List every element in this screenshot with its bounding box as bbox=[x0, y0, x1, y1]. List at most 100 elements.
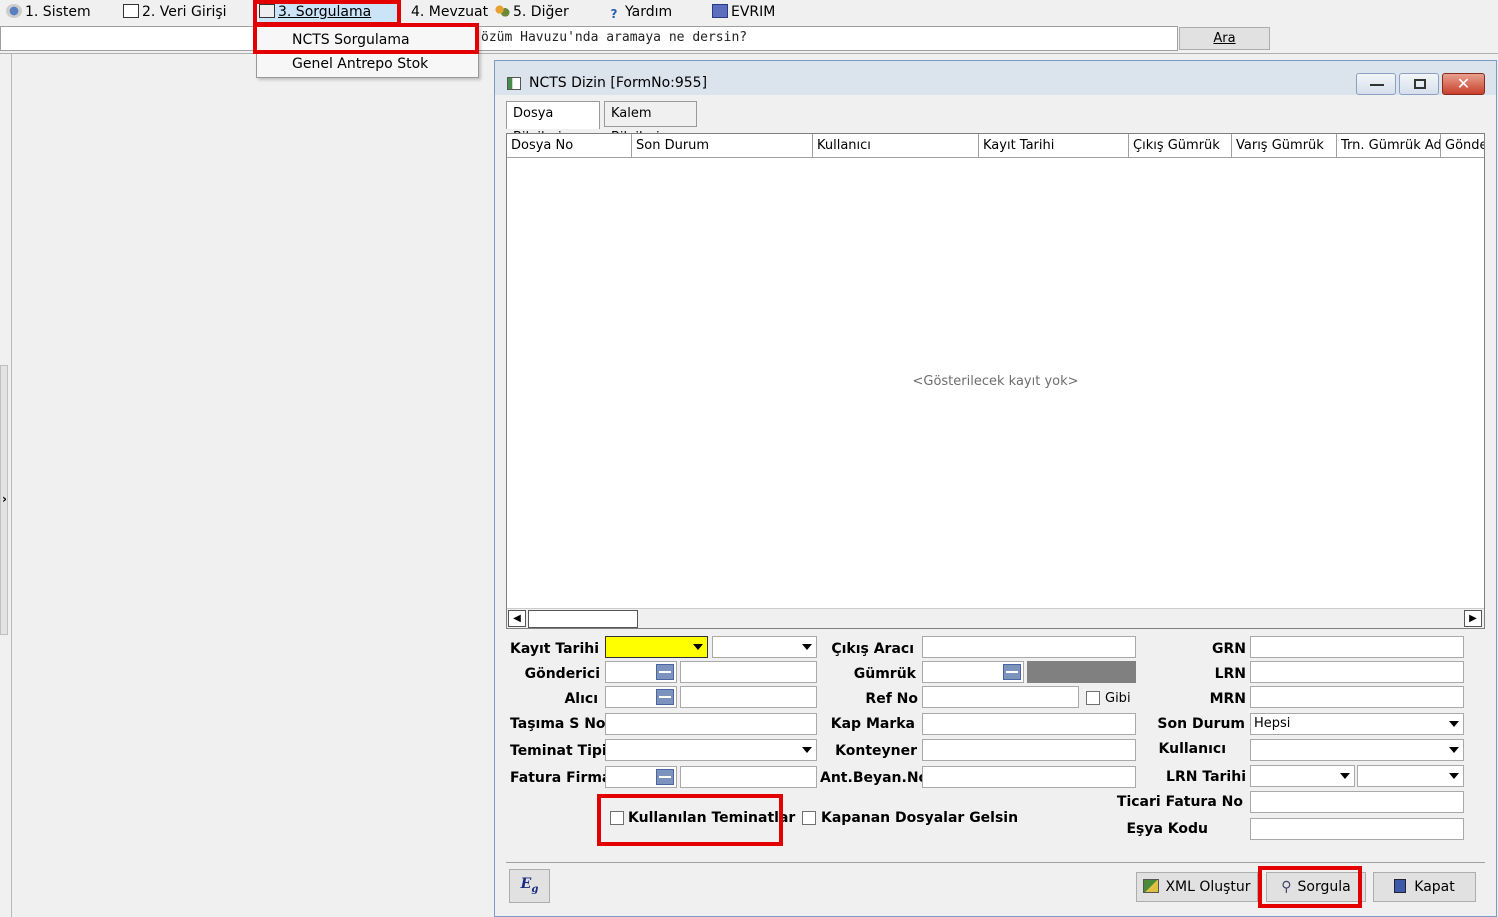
gumruk-name-field bbox=[1027, 661, 1136, 683]
scroll-left-button[interactable]: ◀ bbox=[508, 610, 526, 627]
close-icon: ✕ bbox=[1456, 74, 1471, 93]
column-header-varis-gumruk[interactable]: Varış Gümrük bbox=[1232, 134, 1337, 158]
scroll-thumb[interactable] bbox=[528, 610, 638, 628]
menu-mevzuat[interactable]: 4. Mevzuat bbox=[411, 3, 488, 23]
kap-marka-field[interactable] bbox=[922, 713, 1136, 735]
fatura-firma-name-field[interactable] bbox=[680, 766, 817, 788]
dropdown-item-genel-antrepo-stok[interactable]: Genel Antrepo Stok bbox=[292, 56, 428, 72]
eg-icon: Eg bbox=[520, 876, 539, 895]
alici-name-field[interactable] bbox=[680, 686, 817, 708]
expand-arrow-icon[interactable]: › bbox=[2, 492, 7, 506]
minimize-button[interactable] bbox=[1356, 73, 1396, 95]
xml-olustur-button[interactable]: XML Oluştur bbox=[1136, 872, 1258, 902]
esya-kodu-field[interactable] bbox=[1250, 818, 1464, 840]
bottom-toolbar: Eg XML Oluştur ⚲ Sorgula Kapat bbox=[506, 862, 1485, 910]
label-gonderici: Gönderici bbox=[524, 666, 600, 682]
lookup-icon[interactable] bbox=[656, 689, 674, 705]
horizontal-scrollbar[interactable]: ◀ ▶ bbox=[507, 608, 1484, 628]
gibi-label: Gibi bbox=[1105, 691, 1131, 706]
chevron-down-icon bbox=[1449, 773, 1459, 779]
kapat-button[interactable]: Kapat bbox=[1373, 872, 1476, 902]
tasima-s-no-field[interactable] bbox=[605, 713, 817, 735]
help-icon: ? bbox=[610, 7, 618, 21]
column-header-gonderici[interactable]: Gönde bbox=[1441, 134, 1484, 158]
column-header-kullanici[interactable]: Kullanıcı bbox=[813, 134, 979, 158]
label-lrn: LRN bbox=[1214, 666, 1246, 682]
chevron-down-icon bbox=[1340, 773, 1350, 779]
konteyner-field[interactable] bbox=[922, 739, 1136, 761]
label-ant-beyan-no: Ant.Beyan.No bbox=[820, 770, 929, 786]
menu-yardim[interactable]: ? Yardım bbox=[606, 3, 673, 23]
divider bbox=[0, 53, 1498, 54]
results-grid[interactable]: Dosya No Son Durum Kullanıcı Kayıt Tarih… bbox=[506, 133, 1485, 629]
lookup-icon[interactable] bbox=[1003, 664, 1021, 680]
lrn-tarihi-start-date[interactable] bbox=[1250, 765, 1355, 787]
tab-dosya-bilgileri[interactable]: Dosya Bilgileri bbox=[506, 101, 600, 145]
gumruk-code-field[interactable] bbox=[922, 661, 1024, 683]
kullanici-select[interactable] bbox=[1250, 739, 1464, 761]
son-durum-select[interactable]: Hepsi bbox=[1250, 713, 1464, 735]
label-mrn: MRN bbox=[1209, 691, 1246, 707]
column-header-cikis-gumruk[interactable]: Çıkış Gümrük bbox=[1129, 134, 1232, 158]
label-teminat-tipi: Teminat Tipi bbox=[510, 743, 607, 759]
column-header-kayit-tarihi[interactable]: Kayıt Tarihi bbox=[979, 134, 1129, 158]
highlight-box-ncts bbox=[253, 23, 479, 54]
label-cikis-araci: Çıkış Aracı bbox=[831, 641, 914, 657]
book-icon bbox=[712, 4, 728, 18]
chevron-down-icon bbox=[1449, 721, 1459, 727]
column-header-trn-gumruk-ad[interactable]: Trn. Gümrük Ad bbox=[1337, 134, 1441, 158]
fatura-firma-code-field[interactable] bbox=[605, 766, 677, 788]
label-lrn-tarihi: LRN Tarihi bbox=[1166, 769, 1246, 785]
empty-message: <Gösterilecek kayıt yok> bbox=[912, 374, 1079, 389]
label-tasima-s-no: Taşıma S No bbox=[510, 716, 606, 732]
search-button[interactable]: Ara bbox=[1179, 27, 1270, 50]
maximize-icon bbox=[1414, 79, 1426, 89]
column-header-dosya-no[interactable]: Dosya No bbox=[507, 134, 632, 158]
ref-no-field[interactable] bbox=[922, 686, 1079, 708]
eg-button[interactable]: Eg bbox=[509, 869, 550, 903]
maximize-button[interactable] bbox=[1399, 73, 1439, 95]
tab-kalem-bilgileri[interactable]: Kalem Bilgileri bbox=[604, 101, 697, 145]
label-kap-marka: Kap Marka bbox=[830, 716, 915, 732]
gibi-checkbox[interactable] bbox=[1086, 691, 1100, 705]
mrn-field[interactable] bbox=[1250, 686, 1464, 708]
lookup-icon[interactable] bbox=[656, 769, 674, 785]
close-button[interactable]: ✕ bbox=[1442, 73, 1485, 95]
label-alici: Alıcı bbox=[564, 691, 598, 707]
label-konteyner: Konteyner bbox=[835, 743, 917, 759]
kapanan-dosyalar-checkbox[interactable] bbox=[802, 811, 816, 825]
window-icon bbox=[507, 77, 521, 90]
lrn-tarihi-end-date[interactable] bbox=[1357, 765, 1464, 787]
label-ticari-fatura-no: Ticari Fatura No bbox=[1116, 794, 1243, 810]
chevron-down-icon bbox=[802, 747, 812, 753]
kayit-tarihi-end-date[interactable] bbox=[712, 636, 817, 658]
menu-veri-girisi[interactable]: 2. Veri Girişi bbox=[123, 3, 227, 23]
search-input[interactable]: özüm Havuzu'nda aramaya ne dersin? bbox=[0, 26, 1178, 51]
kapanan-dosyalar-label: Kapanan Dosyalar Gelsin bbox=[821, 810, 1019, 826]
gonderici-code-field[interactable] bbox=[605, 661, 677, 683]
scroll-right-button[interactable]: ▶ bbox=[1464, 610, 1482, 627]
label-gumruk: Gümrük bbox=[853, 666, 916, 682]
alici-code-field[interactable] bbox=[605, 686, 677, 708]
menu-evrim[interactable]: EVRIM bbox=[712, 3, 775, 23]
cikis-araci-field[interactable] bbox=[922, 636, 1136, 658]
label-kayit-tarihi: Kayıt Tarihi bbox=[510, 641, 600, 657]
lrn-field[interactable] bbox=[1250, 661, 1464, 683]
lookup-icon[interactable] bbox=[656, 664, 674, 680]
kayit-tarihi-start-date[interactable] bbox=[605, 636, 708, 658]
ant-beyan-no-field[interactable] bbox=[922, 766, 1136, 788]
label-grn: GRN bbox=[1212, 641, 1246, 657]
menu-diger[interactable]: 5. Diğer bbox=[494, 3, 569, 23]
ncts-window: NCTS Dizin [FormNo:955] ✕ Dosya Bilgiler… bbox=[494, 60, 1497, 917]
grn-field[interactable] bbox=[1250, 636, 1464, 658]
chevron-down-icon bbox=[802, 644, 812, 650]
ticari-fatura-no-field[interactable] bbox=[1250, 791, 1464, 813]
window-titlebar[interactable]: NCTS Dizin [FormNo:955] ✕ bbox=[495, 61, 1496, 95]
menu-sistem[interactable]: 1. Sistem bbox=[6, 3, 91, 23]
window-title: NCTS Dizin [FormNo:955] bbox=[529, 75, 708, 91]
teminat-tipi-select[interactable] bbox=[605, 739, 817, 761]
column-header-son-durum[interactable]: Son Durum bbox=[632, 134, 813, 158]
xml-icon bbox=[1143, 879, 1160, 893]
label-esya-kodu: Eşya Kodu bbox=[1126, 821, 1208, 837]
gonderici-name-field[interactable] bbox=[680, 661, 817, 683]
